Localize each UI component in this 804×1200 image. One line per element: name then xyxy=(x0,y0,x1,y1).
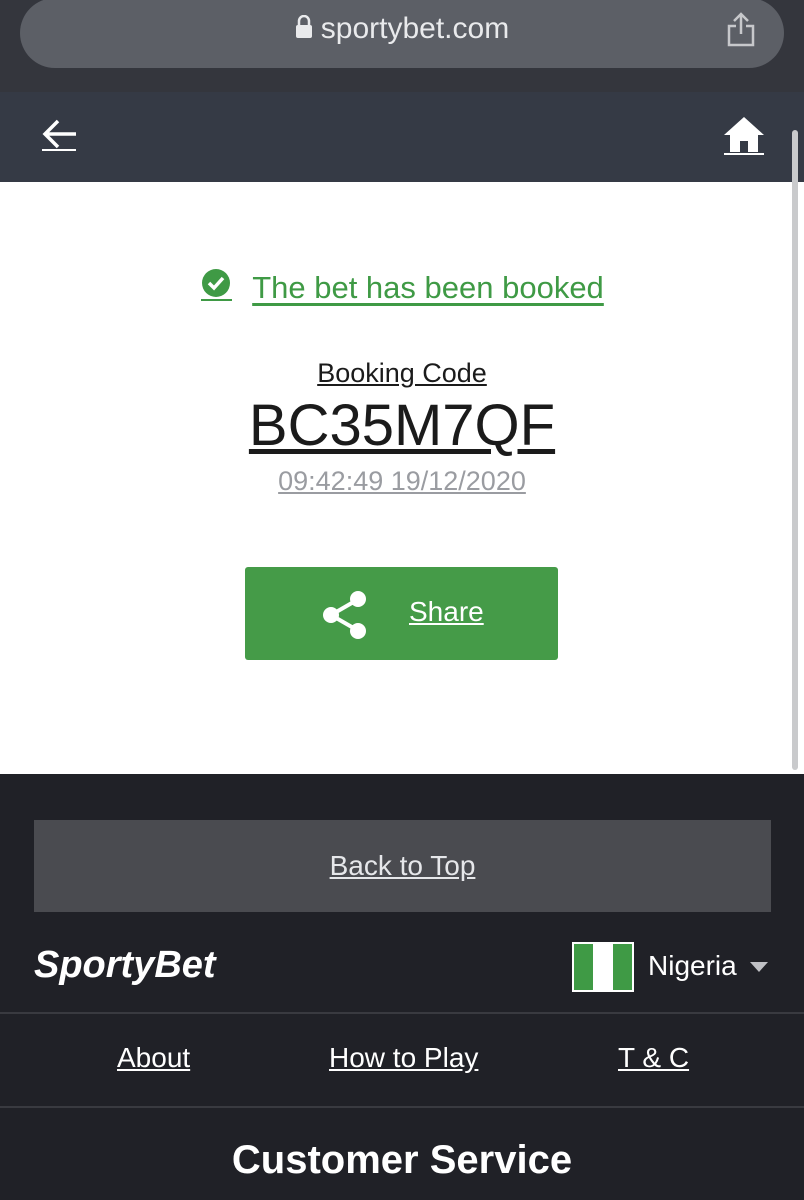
sportybet-logo: SportyBet xyxy=(34,944,216,986)
country-selector[interactable]: Nigeria xyxy=(648,950,737,982)
back-arrow-icon[interactable] xyxy=(40,118,78,157)
booking-timestamp: 09:42:49 19/12/2020 xyxy=(278,466,526,496)
divider xyxy=(0,1012,804,1014)
booking-status: The bet has been booked xyxy=(0,268,804,307)
app-header xyxy=(0,92,804,182)
lock-icon xyxy=(295,13,313,47)
terms-link[interactable]: T & C xyxy=(618,1042,689,1074)
home-icon[interactable] xyxy=(722,114,766,161)
back-to-top-button[interactable]: Back to Top xyxy=(34,820,771,912)
browser-bar: sportybet.com xyxy=(0,0,804,92)
about-link[interactable]: About xyxy=(117,1042,190,1074)
url-text: sportybet.com xyxy=(320,12,510,45)
customer-service-heading: Customer Service xyxy=(231,1138,573,1182)
nigeria-flag-icon[interactable] xyxy=(572,942,634,992)
booking-code-label: Booking Code xyxy=(317,358,487,388)
os-share-icon[interactable] xyxy=(726,12,756,53)
address-bar[interactable]: sportybet.com xyxy=(20,0,784,68)
share-button[interactable]: Share xyxy=(245,567,558,660)
back-to-top-label: Back to Top xyxy=(329,850,476,881)
how-to-play-link[interactable]: How to Play xyxy=(329,1042,478,1074)
share-icon xyxy=(321,590,369,645)
chevron-down-icon[interactable] xyxy=(750,962,768,972)
booking-code-value[interactable]: BC35M7QF xyxy=(0,392,804,459)
divider xyxy=(0,1106,804,1108)
share-button-label: Share xyxy=(409,596,484,627)
check-circle-icon xyxy=(200,268,234,307)
booking-status-text: The bet has been booked xyxy=(252,269,604,305)
